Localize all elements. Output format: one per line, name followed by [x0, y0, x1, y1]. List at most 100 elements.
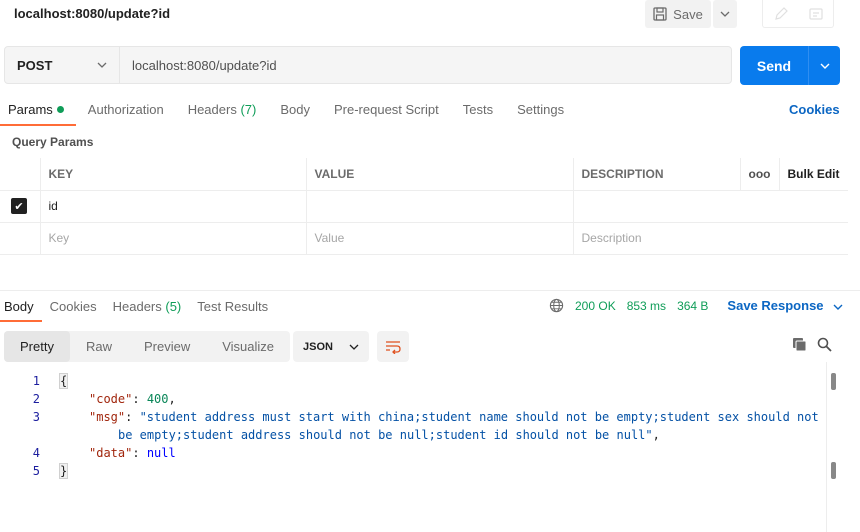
- json-value: be empty;student address should not be n…: [118, 428, 653, 442]
- wrap-lines-button[interactable]: [377, 331, 409, 362]
- new-description-field[interactable]: Description: [572, 221, 848, 255]
- row-checkbox-cell: [0, 221, 41, 255]
- tab-tests[interactable]: Tests: [455, 96, 505, 126]
- response-tabs: Body Cookies Headers (5) Test Results: [0, 292, 280, 322]
- wrap-lines-icon: [386, 340, 401, 354]
- chevron-down-icon: [97, 62, 107, 68]
- save-button[interactable]: Save: [645, 0, 711, 28]
- description-column-header: DESCRIPTION: [572, 158, 741, 191]
- method-value: POST: [17, 57, 53, 73]
- tab-label: Headers: [187, 102, 237, 117]
- param-key[interactable]: id: [39, 189, 307, 223]
- tab-label: Params: [8, 102, 53, 117]
- json-value: "student address must start with china;s…: [139, 410, 819, 424]
- format-value: JSON: [303, 340, 333, 353]
- edit-icon: [774, 6, 788, 20]
- chevron-down-icon: [833, 304, 843, 310]
- code-line: "code": 400,: [89, 392, 176, 406]
- response-size[interactable]: 364 B: [677, 299, 708, 313]
- request-title: localhost:8080/update?id: [14, 6, 171, 21]
- query-params-label: Query Params: [12, 135, 94, 149]
- search-icon[interactable]: [817, 337, 832, 352]
- save-label: Save: [673, 6, 703, 22]
- params-table: KEY VALUE DESCRIPTION ooo Bulk Edit ✔ id…: [0, 158, 848, 255]
- scrollbar-top[interactable]: [831, 373, 836, 390]
- line-number: 2: [32, 392, 40, 406]
- chevron-down-icon: [349, 344, 359, 350]
- line-number: 1: [32, 374, 40, 388]
- json-key: "code": [89, 392, 133, 406]
- param-value[interactable]: [305, 189, 574, 223]
- key-column-header: KEY: [39, 158, 307, 191]
- response-headers-count: (5): [165, 299, 182, 314]
- checkbox-column-header: [0, 158, 41, 191]
- cookies-link[interactable]: Cookies: [789, 102, 840, 117]
- save-response-label: Save Response: [727, 298, 824, 313]
- value-column-header: VALUE: [305, 158, 574, 191]
- view-mode-group: Pretty Raw Preview Visualize: [4, 331, 291, 362]
- save-response-button[interactable]: Save Response: [727, 298, 843, 313]
- chevron-down-icon: [720, 11, 730, 17]
- tab-label: Settings: [517, 102, 565, 117]
- response-status-bar: 200 OK 853 ms 364 B Save Response: [549, 298, 843, 313]
- code-line: {: [58, 373, 69, 389]
- json-key: "data": [89, 446, 133, 460]
- tab-response-headers[interactable]: Headers (5): [109, 292, 190, 322]
- comment-icon: [808, 7, 823, 20]
- view-pretty[interactable]: Pretty: [4, 331, 70, 362]
- tab-response-cookies[interactable]: Cookies: [46, 292, 105, 322]
- tab-headers[interactable]: Headers (7): [180, 96, 269, 126]
- line-number: 4: [32, 446, 40, 460]
- json-key: "msg": [89, 410, 126, 424]
- copy-icon[interactable]: [792, 337, 807, 352]
- json-value: 400: [146, 392, 169, 406]
- format-select[interactable]: JSON: [293, 331, 369, 362]
- scrollbar-bottom[interactable]: [831, 462, 836, 479]
- new-key-field[interactable]: Key: [39, 221, 307, 255]
- view-preview[interactable]: Preview: [128, 331, 206, 362]
- code-line-wrapped: be empty;student address should not be n…: [118, 428, 660, 442]
- status-code[interactable]: 200 OK: [575, 299, 616, 313]
- tab-label: Body: [280, 102, 310, 117]
- tab-response-body[interactable]: Body: [0, 292, 42, 322]
- bulk-edit-button[interactable]: Bulk Edit: [778, 158, 848, 191]
- send-options-button[interactable]: [808, 46, 840, 85]
- tab-pre-request-script[interactable]: Pre-request Script: [326, 96, 451, 126]
- active-dot-icon: [56, 106, 64, 113]
- tab-params[interactable]: Params: [0, 96, 76, 126]
- method-select[interactable]: POST: [4, 46, 120, 84]
- view-raw[interactable]: Raw: [70, 331, 128, 362]
- more-options-icon[interactable]: ooo: [739, 158, 780, 191]
- view-visualize[interactable]: Visualize: [206, 331, 290, 362]
- tab-authorization[interactable]: Authorization: [80, 96, 176, 126]
- json-value: null: [146, 446, 176, 460]
- param-description[interactable]: [572, 189, 848, 223]
- table-row: ✔ id: [0, 189, 848, 223]
- code-line: }: [58, 463, 69, 479]
- tab-label: Pre-request Script: [333, 102, 439, 117]
- code-line: "data": null: [89, 446, 176, 460]
- tab-label: Authorization: [87, 102, 164, 117]
- tab-settings[interactable]: Settings: [509, 96, 576, 126]
- code-line: "msg": "student address must start with …: [89, 410, 819, 424]
- table-row: Key Value Description: [0, 221, 848, 255]
- response-time[interactable]: 853 ms: [627, 299, 666, 313]
- send-button[interactable]: Send: [740, 46, 808, 85]
- save-options-button[interactable]: [713, 0, 737, 28]
- tab-label: Tests: [462, 102, 494, 117]
- editor-edge: [826, 362, 827, 532]
- disabled-actions: [762, 0, 834, 28]
- checkbox-checked-icon[interactable]: ✔: [11, 198, 27, 214]
- tab-label: Headers: [112, 299, 162, 314]
- new-value-field[interactable]: Value: [305, 221, 574, 255]
- globe-icon[interactable]: [549, 298, 564, 313]
- save-icon: [653, 7, 667, 21]
- chevron-down-icon: [820, 63, 829, 69]
- table-header-row: KEY VALUE DESCRIPTION ooo Bulk Edit: [0, 158, 848, 191]
- tab-test-results[interactable]: Test Results: [193, 292, 276, 322]
- tab-body[interactable]: Body: [272, 96, 322, 126]
- url-input[interactable]: localhost:8080/update?id: [119, 46, 732, 84]
- row-checkbox-cell: ✔: [0, 189, 41, 223]
- divider: [0, 290, 860, 291]
- line-number: 5: [32, 464, 40, 478]
